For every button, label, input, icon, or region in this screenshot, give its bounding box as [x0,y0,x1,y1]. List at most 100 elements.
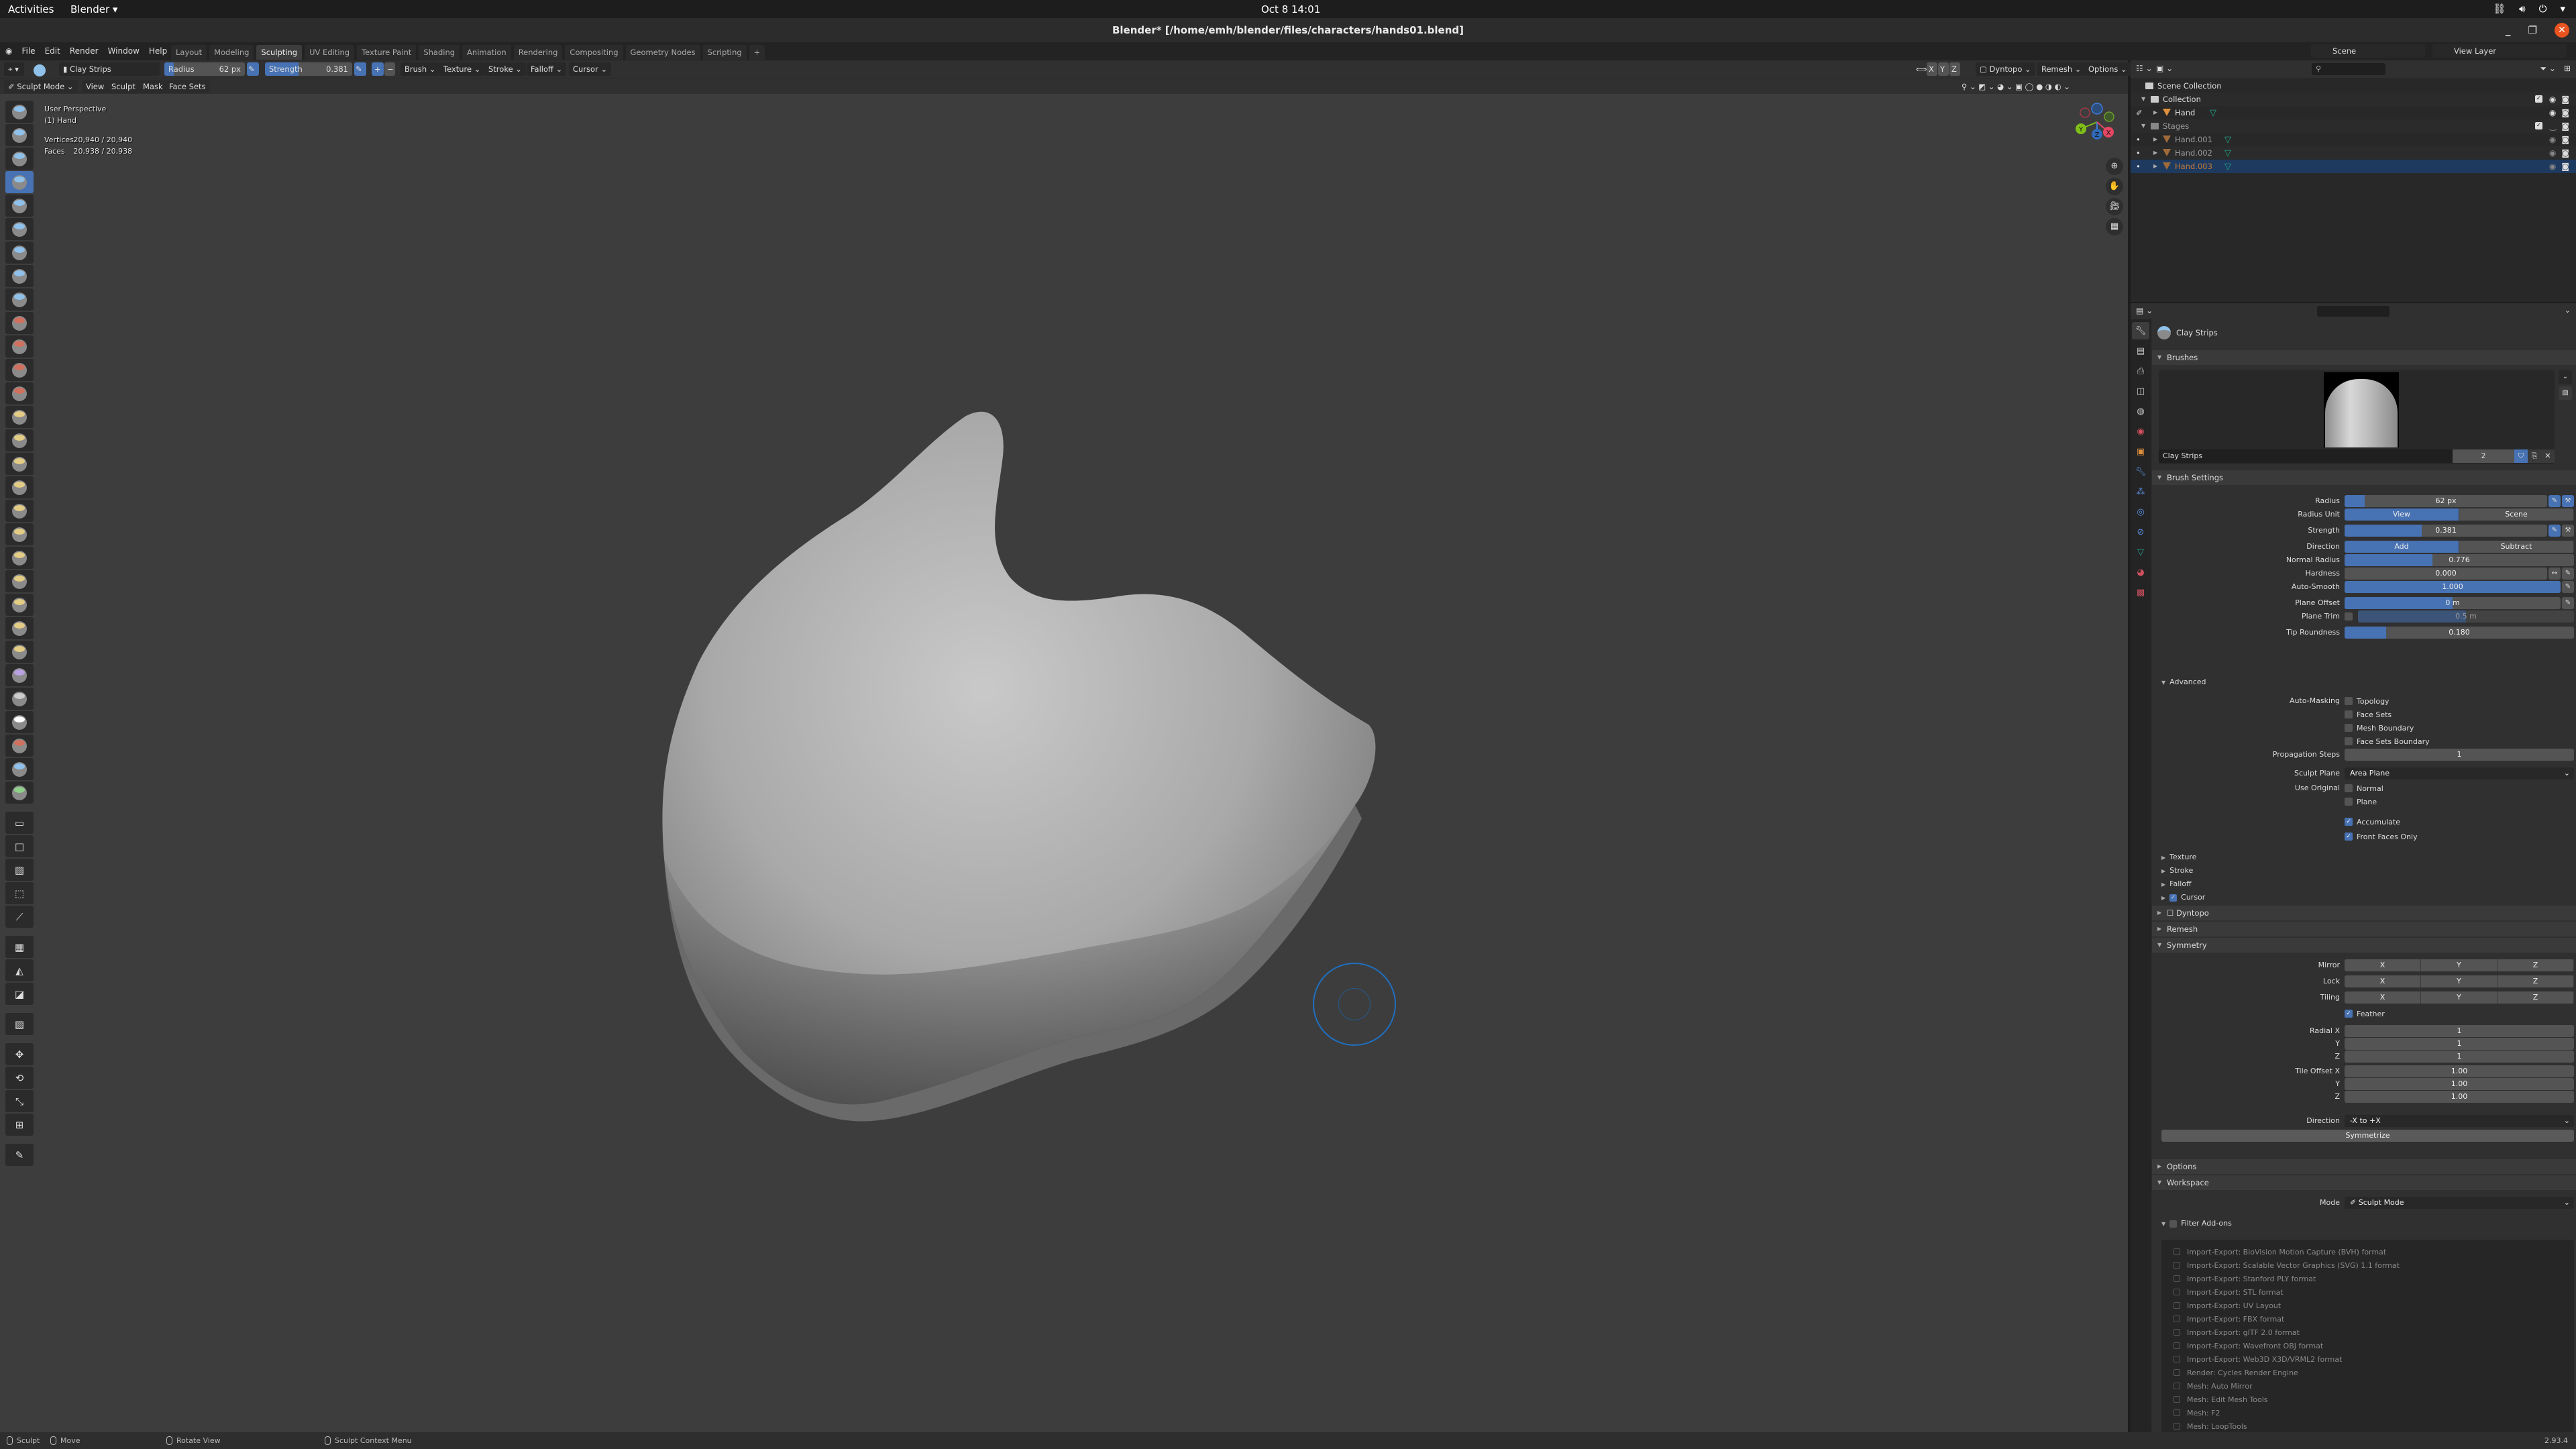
tiling-z-toggle[interactable]: Z [2498,991,2574,1004]
tab-scene[interactable]: ◍ [2132,402,2149,420]
symmetry-x-toggle[interactable]: X [1927,62,1937,76]
addon-checkbox[interactable] [2174,1302,2180,1309]
outliner-search-input[interactable]: ⚲ [2312,63,2385,75]
addon-item[interactable]: Import-Export: Scalable Vector Graphics … [2174,1258,2400,1272]
power-icon[interactable]: ⏻ [2539,3,2547,15]
tile-offset-field-x[interactable]: 1.00 [2345,1065,2574,1077]
navigation-gizmo[interactable]: Y Z X [2072,102,2118,149]
addon-checkbox[interactable] [2174,1275,2180,1282]
hardness-pressure-icon[interactable]: ✎ [2562,568,2574,580]
perspective-grid-icon[interactable]: ▦ [2106,218,2123,235]
tool-simplify[interactable] [5,688,34,710]
addon-item[interactable]: Import-Export: Wavefront OBJ format [2174,1339,2323,1352]
addon-item[interactable]: Mesh: LoopTools [2174,1419,2247,1432]
addon-item[interactable]: Import-Export: glTF 2.0 format [2174,1326,2300,1339]
view-layer-selector[interactable]: View Layer [2432,44,2567,58]
view-menu[interactable]: View [82,80,109,93]
automask-face-sets-checkbox[interactable]: Face Sets [2345,708,2392,720]
menu-help[interactable]: Help [149,46,167,56]
use-original-plane-checkbox[interactable]: Plane [2345,796,2377,808]
tab-tool[interactable]: 🔧︎ [2132,322,2149,339]
addon-item[interactable]: Import-Export: Stanford PLY format [2174,1272,2316,1285]
tiling-y-toggle[interactable]: Y [2421,991,2498,1004]
plane-trim-checkbox[interactable] [2345,610,2353,623]
new-collection-icon[interactable]: ⊞ [2564,64,2571,73]
tool-line-project[interactable]: ⟋ [5,906,34,928]
panel-options[interactable]: ▶ Options [2152,1159,2576,1174]
visibility-eye-icon[interactable]: ◉ [2549,146,2556,160]
addon-item[interactable]: Mesh: F2 [2174,1406,2220,1419]
feather-checkbox[interactable]: ✓ Feather [2345,1008,2385,1020]
tool-blob[interactable] [5,265,34,287]
viewport-overlay-controls[interactable]: ⚲ ⌄ ◩ ⌄ ◕ ⌄ ▣ ◯ ● ◑ ◐ ⌄ [1957,80,2074,93]
tool-smooth[interactable] [5,312,34,334]
outliner-row-hand-003[interactable]: ▶ Hand.003 ▽ • ◉ ◙ [2131,160,2576,173]
tool-nudge[interactable] [5,570,34,592]
addon-checkbox[interactable] [2174,1289,2180,1295]
menu-window[interactable]: Window [108,46,140,56]
accumulate-checkbox[interactable]: ✓ Accumulate [2345,816,2400,828]
tool-pinch[interactable] [5,429,34,451]
tab-render[interactable]: ▤ [2132,342,2149,360]
tool-box-face-set[interactable]: ▧ [5,859,34,881]
tool-mesh-filter[interactable]: ▦ [5,936,34,958]
tab-world[interactable]: ◉ [2132,423,2149,440]
tab-compositing[interactable]: Compositing [565,45,623,60]
unlink-brush-icon[interactable]: ✕ [2541,449,2555,463]
tile-offset-field-z[interactable]: 1.00 [2345,1091,2574,1103]
tool-multires-displacement-eraser[interactable] [5,758,34,780]
brush-selector[interactable]: ▮ Clay Strips [59,62,160,76]
outliner-editor-type-icon[interactable]: ☷ ⌄ [2136,64,2153,73]
tab-modifiers[interactable]: 🔧︎ [2132,463,2149,480]
radius-slider[interactable]: 62 px [2345,495,2547,507]
addon-checkbox[interactable] [2174,1369,2180,1376]
tool-move[interactable]: ✥ [5,1043,34,1065]
tool-draw-face-sets[interactable] [5,735,34,757]
outliner-row-hand-001[interactable]: ▶ Hand.001 ▽ • ◉ ◙ [2131,133,2576,146]
outliner-scene-collection[interactable]: Scene Collection [2131,79,2576,93]
addon-item[interactable]: Import-Export: FBX format [2174,1312,2284,1326]
radius-unified-icon[interactable]: ⚒ [2562,495,2574,507]
cursor-checkbox[interactable]: ✓ [2169,894,2178,902]
tool-layer[interactable] [5,218,34,240]
mesh-data-icon[interactable]: ▽ [2210,107,2216,120]
panel-falloff[interactable]: ▶ Falloff [2161,877,2192,891]
tool-mask[interactable] [5,711,34,733]
automask-face-sets-boundary-checkbox[interactable]: Face Sets Boundary [2345,735,2430,747]
symmetry-y-toggle[interactable]: Y [1938,62,1949,76]
camera-view-icon[interactable]: 🎥︎ [2106,198,2123,215]
symmetry-z-toggle[interactable]: Z [1949,62,1960,76]
clock[interactable]: Oct 8 14:01 [1261,3,1320,15]
tool-fill[interactable] [5,359,34,381]
addon-item[interactable]: Render: Cycles Render Engine [2174,1366,2298,1379]
direction-add-button[interactable]: + [372,62,384,76]
panel-dyntopo[interactable]: ▶ ☐ Dyntopo [2152,906,2576,920]
tab-material[interactable]: ◕ [2132,564,2149,581]
tool-crease[interactable] [5,288,34,311]
radial-field-z[interactable]: 1 [2345,1051,2574,1063]
active-brush-icon[interactable] [30,62,48,76]
render-camera-icon[interactable]: ◙ [2561,133,2569,146]
panel-cursor[interactable]: ▶ ✓ Cursor [2161,891,2205,904]
plane-offset-slider[interactable]: 0 m [2345,597,2561,609]
front-faces-only-checkbox[interactable]: ✓ Front Faces Only [2345,830,2418,843]
app-menu[interactable]: Blender ▾ [70,3,117,15]
brush-preview-image[interactable] [2324,372,2399,447]
scene-selector[interactable]: Scene [2311,44,2425,58]
tool-rotate[interactable] [5,594,34,616]
strength-pressure-icon[interactable]: ✎ [2548,525,2561,537]
visibility-eye-icon[interactable]: ◉ [2549,133,2556,146]
tab-output[interactable]: ⎙ [2132,362,2149,380]
use-original-normal-checkbox[interactable]: Normal [2345,782,2383,794]
visibility-eye-icon[interactable]: ◉ [2549,106,2556,119]
sculpt-plane-select[interactable]: Area Plane ⌄ [2345,767,2574,780]
strength-pressure-icon[interactable]: ✎ [354,62,366,76]
automask-topology-checkbox[interactable]: Topology [2345,695,2390,707]
properties-editor-type-icon[interactable]: ▤ ⌄ [2136,306,2153,315]
strength-unified-icon[interactable]: ⚒ [2562,525,2574,537]
editor-type-button[interactable]: ⌖ ▾ [4,62,24,76]
tool-cloth[interactable] [5,664,34,686]
symmetry-direction-select[interactable]: -X to +X ⌄ [2345,1115,2574,1127]
menu-edit[interactable]: Edit [45,46,60,56]
tab-object[interactable]: ▣ [2132,443,2149,460]
